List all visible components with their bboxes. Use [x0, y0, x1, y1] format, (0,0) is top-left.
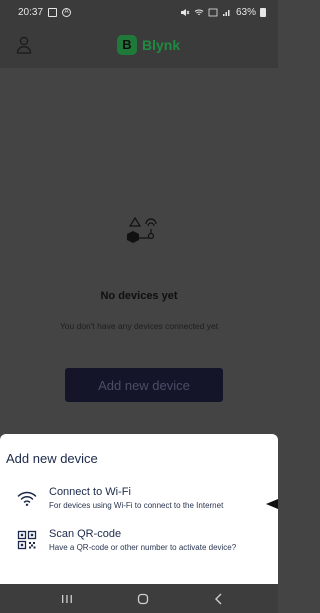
empty-state-title: No devices yet — [100, 290, 178, 302]
status-time: 20:37 — [18, 6, 44, 18]
user-icon[interactable] — [16, 36, 32, 54]
mute-icon — [180, 8, 190, 16]
app-header: B Blynk — [0, 24, 278, 68]
logo-badge: B — [117, 35, 137, 55]
option-qr-title: Scan QR-code — [49, 528, 122, 540]
recent-apps-button[interactable] — [47, 584, 87, 613]
lte-icon — [208, 8, 218, 16]
app-logo: B Blynk — [117, 35, 180, 55]
empty-state-subtitle: You don't have any devices connected yet — [59, 321, 219, 331]
add-device-sheet: Add new device Connect to Wi-Fi For devi… — [0, 434, 278, 584]
option-wifi-title: Connect to Wi-Fi — [49, 486, 131, 498]
pointer-arrow-icon — [266, 499, 278, 509]
status-bar: 20:37 A 63% — [0, 0, 278, 24]
option-scan-qr[interactable]: Scan QR-code Have a QR-code or other num… — [0, 526, 278, 562]
home-button[interactable] — [123, 584, 163, 613]
recent-apps-icon — [62, 594, 72, 603]
battery-icon — [260, 7, 266, 17]
home-icon — [137, 593, 149, 604]
battery-percent: 63% — [235, 6, 256, 18]
system-nav-bar — [0, 584, 278, 613]
option-connect-wifi[interactable]: Connect to Wi-Fi For devices using Wi-Fi… — [0, 484, 278, 520]
signal-icon — [222, 9, 230, 16]
gallery-icon — [48, 7, 58, 17]
logo-text: Blynk — [142, 37, 181, 53]
wifi-icon — [194, 9, 204, 15]
qr-code-icon — [17, 530, 37, 550]
wifi-icon — [17, 491, 37, 506]
back-icon — [215, 593, 222, 604]
back-button[interactable] — [199, 584, 239, 613]
sheet-title: Add new device — [6, 451, 98, 466]
add-new-device-button[interactable]: Add new device — [65, 368, 223, 402]
option-qr-subtitle: Have a QR-code or other number to activa… — [49, 543, 237, 552]
devices-illustration-icon — [127, 216, 157, 243]
a-icon: A — [62, 7, 72, 17]
main-content: No devices yet You don't have any device… — [0, 68, 278, 434]
option-wifi-subtitle: For devices using Wi-Fi to connect to th… — [49, 501, 224, 510]
